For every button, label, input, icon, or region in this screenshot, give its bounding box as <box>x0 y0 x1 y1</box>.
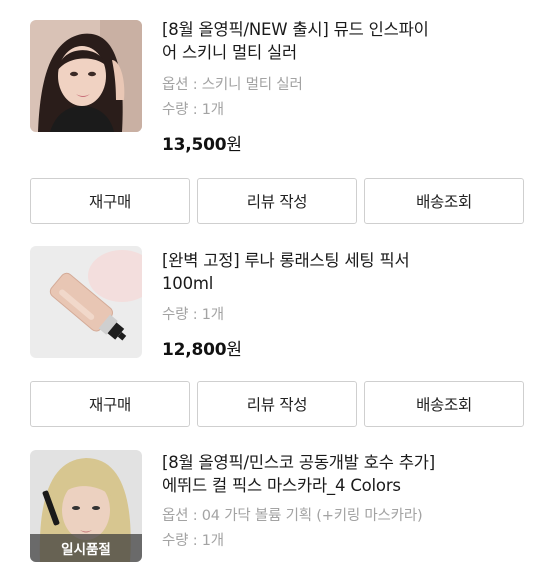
track-delivery-button[interactable]: 배송조회 <box>364 178 524 224</box>
price-currency: 원 <box>226 340 242 360</box>
product-option: 옵션 : 스키니 멀티 실러 <box>162 77 303 93</box>
rebuy-button[interactable]: 재구매 <box>30 178 190 224</box>
product-title-line2[interactable]: 100ml <box>162 272 534 295</box>
product-quantity: 수량 : 1개 <box>162 102 224 118</box>
price-value: 12,800 <box>162 340 227 360</box>
price-value: 13,500 <box>162 135 227 155</box>
order-actions-2: 재구매 리뷰 작성 배송조회 <box>30 381 524 427</box>
product-title-line1[interactable]: [8월 올영픽/민스코 공동개발 호수 추가] <box>162 451 534 474</box>
product-title-line1[interactable]: [완벽 고정] 루나 롱래스팅 세팅 픽서 <box>162 249 534 272</box>
product-photo-model-icon <box>30 20 142 132</box>
rebuy-button[interactable]: 재구매 <box>30 381 190 427</box>
order-actions-1: 재구매 리뷰 작성 배송조회 <box>30 178 524 224</box>
product-image-2[interactable] <box>30 246 142 358</box>
product-title-line2[interactable]: 어 스키니 멀티 실러 <box>162 41 534 64</box>
soldout-badge: 일시품절 <box>30 534 142 562</box>
product-image-1[interactable] <box>30 20 142 132</box>
product-price: 13,500원 <box>162 130 534 155</box>
product-option: 옵션 : 04 가닥 볼륨 기획 (+키링 마스카라) <box>162 508 423 524</box>
write-review-button[interactable]: 리뷰 작성 <box>197 381 357 427</box>
product-quantity: 수량 : 1개 <box>162 307 224 323</box>
product-photo-spray-bottle-icon <box>30 246 142 358</box>
product-title-line1[interactable]: [8월 올영픽/NEW 출시] 뮤드 인스파이 <box>162 18 534 41</box>
product-image-3[interactable]: 일시품절 <box>30 450 142 562</box>
product-quantity: 수량 : 1개 <box>162 533 224 549</box>
price-currency: 원 <box>226 135 242 155</box>
track-delivery-button[interactable]: 배송조회 <box>364 381 524 427</box>
product-title-line2[interactable]: 에뛰드 컬 픽스 마스카라_4 Colors <box>162 474 534 497</box>
write-review-button[interactable]: 리뷰 작성 <box>197 178 357 224</box>
product-price: 12,800원 <box>162 335 534 360</box>
